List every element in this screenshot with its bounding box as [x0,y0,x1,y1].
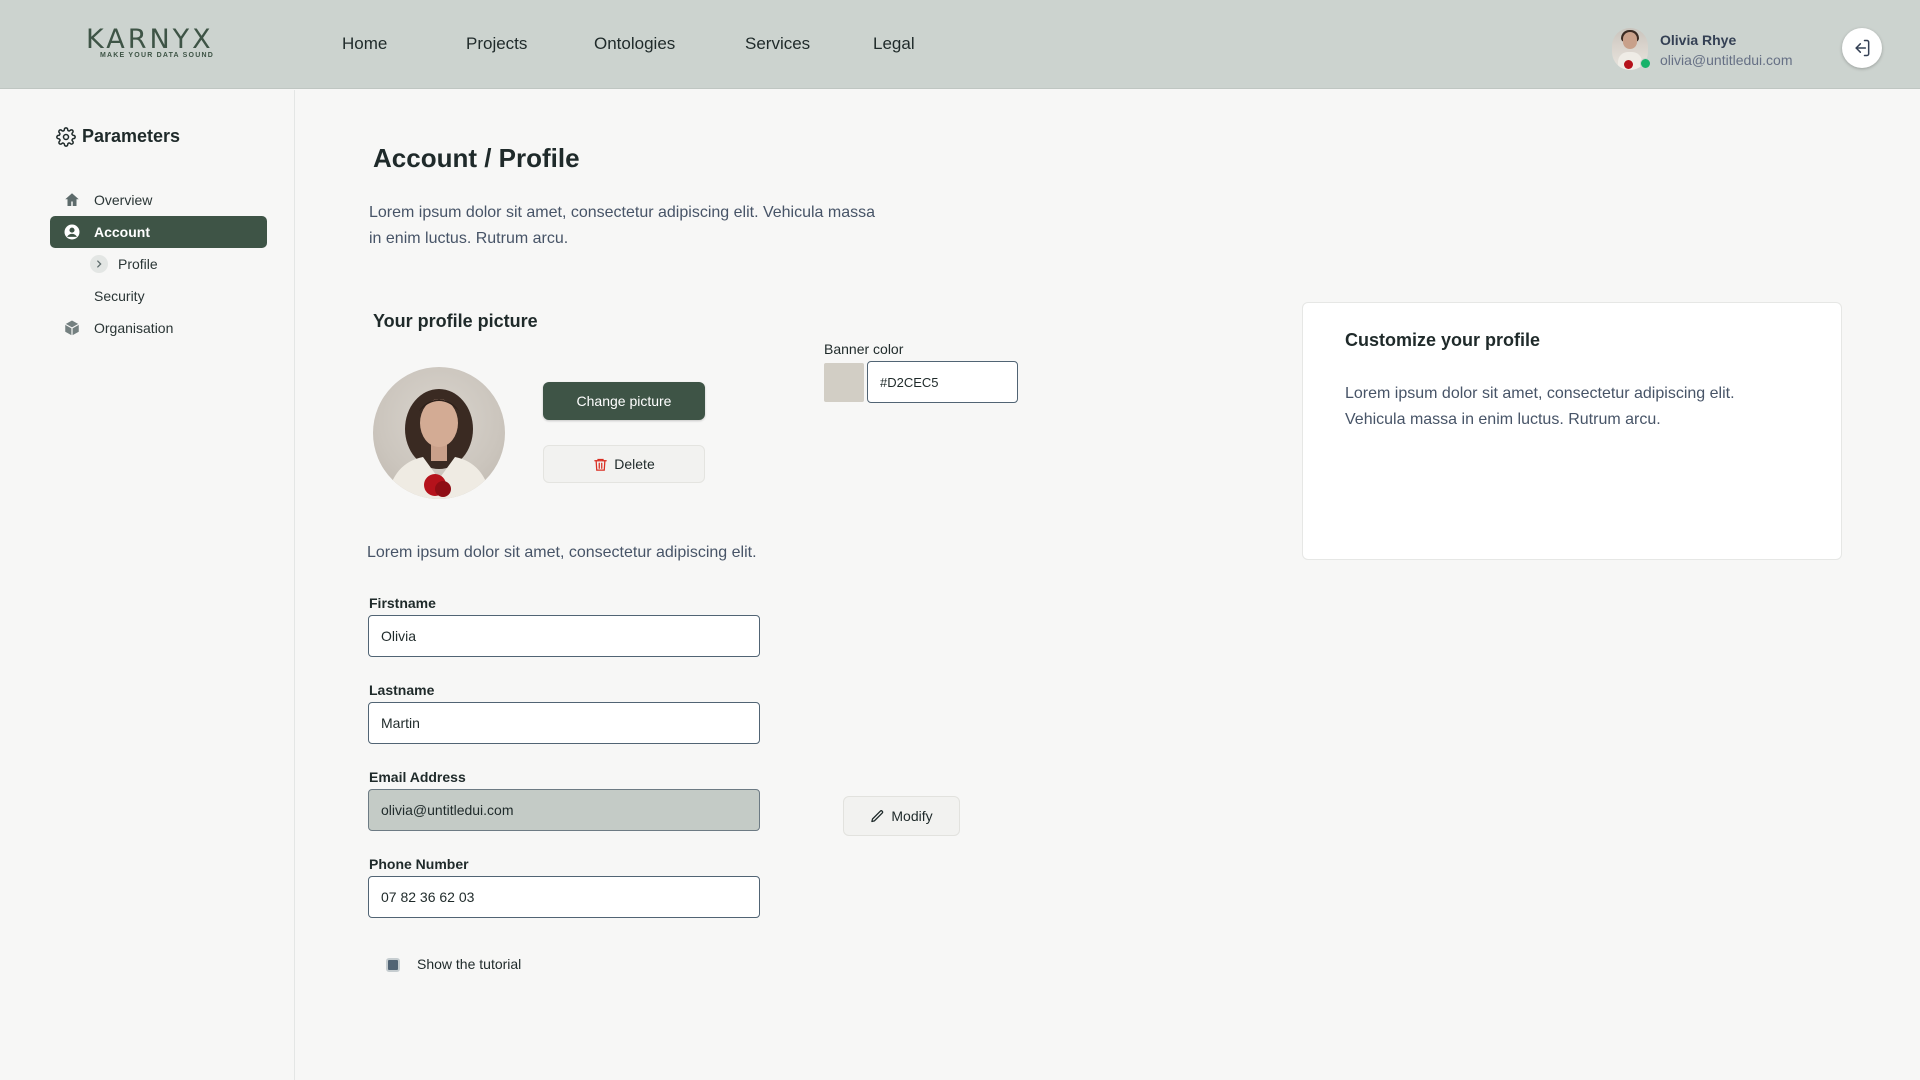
delete-picture-button[interactable]: Delete [543,445,705,483]
user-circle-icon [62,222,82,242]
phone-label: Phone Number [369,856,469,872]
logo-tagline: MAKE YOUR DATA SOUND [100,52,214,59]
page-title: Account / Profile [373,143,580,173]
sidebar-subitem-profile[interactable]: Profile [90,252,158,276]
user-email: olivia@untitledui.com [1660,52,1793,68]
sidebar-item-label: Account [94,224,150,240]
modify-label: Modify [891,808,933,824]
form-description: Lorem ipsum dolor sit amet, consectetur … [367,544,757,561]
sidebar-item-label: Organisation [94,320,174,336]
nav-projects[interactable]: Projects [466,34,527,54]
phone-field[interactable]: 07 82 36 62 03 [368,876,760,918]
user-avatar[interactable] [1612,28,1652,72]
page-description: Lorem ipsum dolor sit amet, consectetur … [369,204,876,247]
firstname-field[interactable]: Olivia [368,615,760,657]
nav-home[interactable]: Home [342,34,387,54]
firstname-label: Firstname [369,595,436,611]
online-status-indicator [1640,58,1651,69]
logo[interactable]: KARNYX MAKE YOUR DATA SOUND [86,24,214,60]
nav-services[interactable]: Services [745,34,810,54]
pencil-icon [871,809,884,822]
sidebar-item-label: Overview [94,192,153,208]
logo-wordmark: KARNYX [86,24,214,55]
modify-email-button[interactable]: Modify [843,796,960,836]
change-picture-button[interactable]: Change picture [543,382,705,420]
logout-icon [1855,39,1870,57]
profile-picture [373,367,505,499]
sidebar-title-label: Parameters [82,126,181,146]
sidebar-item-label: Profile [118,256,158,272]
sidebar-title: Parameters [56,126,180,147]
chevron-right-icon [90,255,108,273]
cube-icon [62,318,82,338]
sidebar-item-overview[interactable]: Overview [50,184,267,216]
trash-icon [594,458,608,471]
logout-button[interactable] [1842,28,1882,68]
profile-picture-title: Your profile picture [373,311,538,331]
customize-profile-card: Customize your profile Lorem ipsum dolor… [1302,302,1842,560]
nav-ontologies[interactable]: Ontologies [594,34,675,54]
sidebar-item-account[interactable]: Account [50,216,267,248]
lastname-label: Lastname [369,682,435,698]
email-field[interactable]: olivia@untitledui.com [368,789,760,831]
sidebar: Parameters Overview Account Profile Secu… [0,90,295,1080]
user-name: Olivia Rhye [1660,32,1737,48]
customize-title: Customize your profile [1345,330,1541,350]
customize-description: Lorem ipsum dolor sit amet, consectetur … [1345,385,1735,428]
email-label: Email Address [369,769,466,785]
top-navigation-bar: KARNYX MAKE YOUR DATA SOUND Home Project… [0,0,1920,89]
gear-icon [56,126,76,147]
sidebar-item-organisation[interactable]: Organisation [50,312,267,344]
delete-label: Delete [614,456,655,472]
tutorial-checkbox[interactable] [386,958,400,972]
sidebar-item-label: Security [94,288,145,304]
banner-color-swatch[interactable] [824,363,864,402]
lastname-field[interactable]: Martin [368,702,760,744]
home-icon [62,190,82,210]
sidebar-item-security[interactable]: Security [50,280,267,312]
tutorial-label: Show the tutorial [417,956,522,972]
banner-color-label: Banner color [824,341,904,357]
nav-legal[interactable]: Legal [873,34,915,54]
banner-color-input[interactable]: #D2CEC5 [867,361,1018,403]
